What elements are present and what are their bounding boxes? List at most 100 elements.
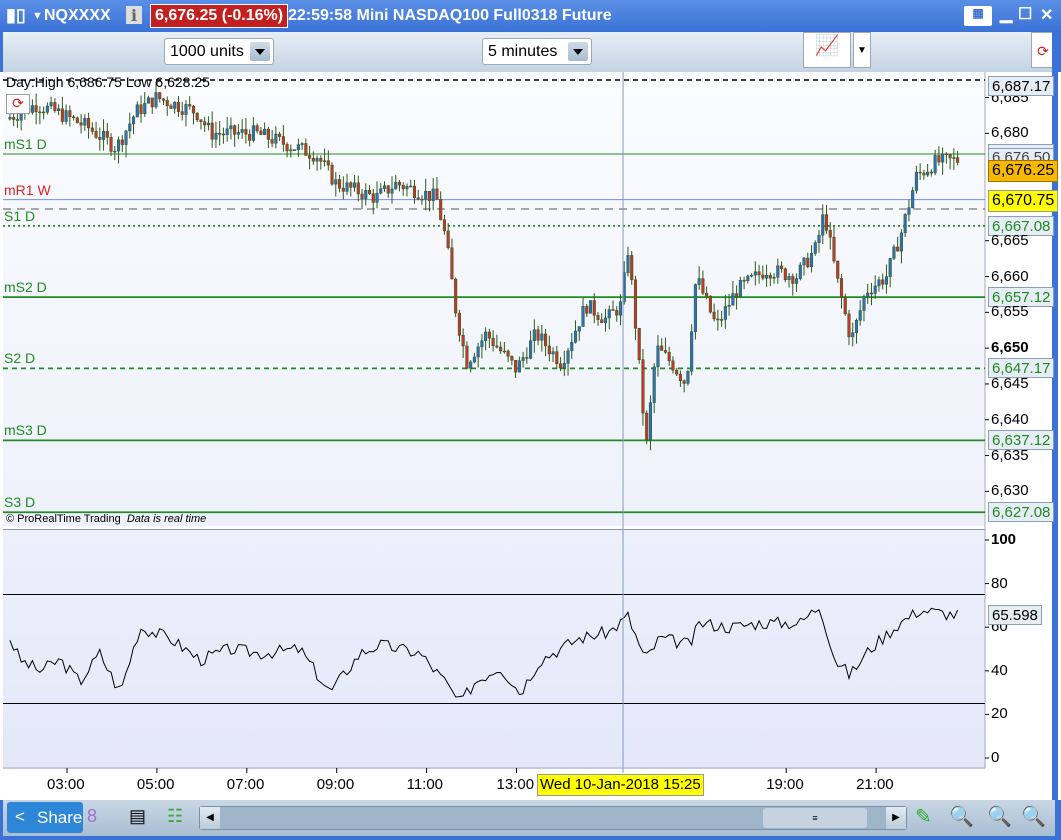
candle [176,101,181,112]
candle [251,125,255,141]
candle [195,112,199,120]
candle [806,257,810,268]
candle [821,214,825,236]
candle [244,129,248,135]
candle [105,130,109,138]
depth-icon[interactable]: ☷ [167,806,183,827]
candle [765,274,769,279]
candle [686,370,690,384]
candle [746,275,750,281]
auto-zoom-icon[interactable]: 🔍 [949,804,974,829]
chart-canvas [3,32,1058,800]
level-label: mS3 D [4,422,47,439]
candle [794,278,799,284]
candle [461,335,465,347]
candle [828,230,832,238]
candle [45,105,49,113]
candle [311,158,315,162]
drawing-tool-icon[interactable]: ✎ [915,804,932,829]
scroll-right-button[interactable]: ▶ [886,807,906,829]
candle [787,276,791,281]
zoom-out-icon[interactable]: 🔍 [987,804,1012,829]
candle [281,136,285,145]
candle [30,105,34,113]
time-tick-label: 13:00 [496,776,535,793]
candle [802,257,806,266]
time-tick-label: 19:00 [766,776,804,793]
candle [753,271,757,276]
candle [229,125,233,130]
price-tick-label: 6,680 [991,124,1029,142]
candle [918,171,922,174]
candle [416,197,420,200]
candle [596,315,600,320]
candle [57,108,61,111]
candle [772,276,776,279]
rsi-line [9,607,959,698]
candle [892,246,896,259]
candle [618,301,623,316]
scroll-thumb[interactable]: ≡ [763,808,867,828]
candle [412,185,417,199]
price-tick-label: 6,655 [991,303,1029,321]
link-icon[interactable]: 8 [87,806,97,827]
level-price-tag: 6,627.08 [988,502,1055,523]
candle [165,100,169,106]
candle [540,333,544,341]
candle [952,157,956,159]
candle [154,92,158,108]
candle [780,265,784,270]
candle [899,232,903,252]
candle [723,306,727,320]
candle [248,133,252,141]
candle [296,144,300,151]
candle [218,133,222,135]
cursor-time-label: Wed 10-Jan-2018 15:25 [537,774,704,796]
candle [143,102,147,115]
candle [210,122,214,140]
candle [708,295,712,313]
candle [424,191,428,200]
candle [42,111,46,114]
candle [581,306,585,327]
candle [933,155,937,174]
candle [19,113,23,121]
candle [102,130,106,140]
candle [517,360,521,373]
candle [592,300,596,316]
horizontal-scrollbar[interactable]: ◀ ≡ ▶ [199,806,907,830]
candle [547,345,551,355]
candle [394,181,398,190]
share-button[interactable]: < Share [7,802,83,833]
level-label: S3 D [4,494,36,511]
candle [675,369,679,375]
candle [352,182,357,188]
candle [233,125,237,135]
candle [559,363,563,369]
candle [682,380,686,384]
time-tick-label: 11:00 [406,776,444,793]
refresh-icon[interactable]: ⟳ [6,94,30,114]
zoom-in-icon[interactable]: 🔍 [1021,804,1046,829]
candle [506,350,510,357]
candle [266,128,270,140]
candle [53,102,57,111]
candle [439,199,443,220]
candle [364,189,368,199]
candle [300,143,304,145]
candle [813,242,817,254]
time-tick-label: 21:00 [856,776,894,793]
candle [877,279,881,287]
candle [611,309,615,311]
candle [68,110,72,118]
candle [315,158,319,162]
orders-icon[interactable]: ▤ [129,806,146,827]
candle [663,350,667,353]
candle [259,130,263,135]
candle [607,309,611,319]
candle [510,355,514,361]
day-high-tag: 6,687.17 [988,76,1055,96]
last-price-tag: 6,676.25 [988,160,1059,182]
scroll-left-button[interactable]: ◀ [200,807,220,829]
candle [319,158,323,162]
